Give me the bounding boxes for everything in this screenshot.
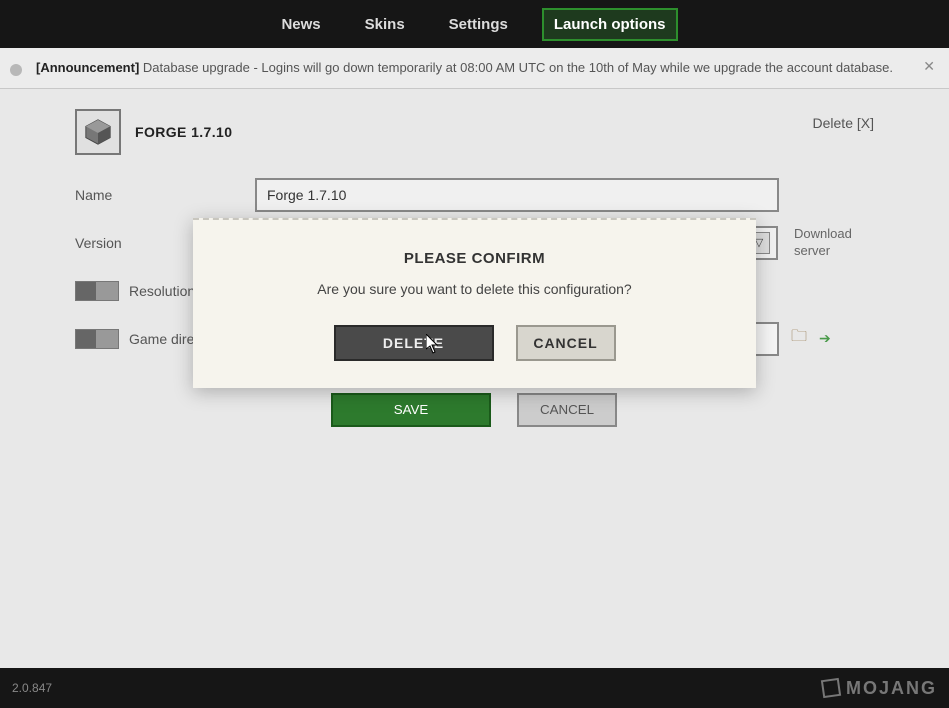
version-text: 2.0.847: [12, 681, 52, 695]
block-icon: [83, 117, 113, 147]
delete-link[interactable]: Delete [X]: [813, 115, 874, 131]
action-row: SAVE CANCEL: [331, 393, 874, 427]
save-button[interactable]: SAVE: [331, 393, 491, 427]
profile-icon: [75, 109, 121, 155]
brand-text: MOJANG: [846, 678, 937, 699]
announcement-bar: [Announcement] Database upgrade - Logins…: [0, 48, 949, 89]
tab-skins[interactable]: Skins: [355, 8, 415, 41]
cancel-button[interactable]: CANCEL: [516, 325, 616, 361]
top-nav: News Skins Settings Launch options: [0, 0, 949, 48]
profile-title: FORGE 1.7.10: [135, 124, 232, 140]
modal-buttons: DELETE CANCEL: [334, 325, 616, 361]
tab-settings[interactable]: Settings: [439, 8, 518, 41]
brand-logo: MOJANG: [822, 678, 937, 699]
gamedir-toggle[interactable]: [75, 329, 119, 349]
folder-icon[interactable]: 🗀: [791, 325, 807, 352]
cancel-button-main[interactable]: CANCEL: [517, 393, 617, 427]
resolution-label: Resolution: [129, 283, 195, 299]
modal-text: Are you sure you want to delete this con…: [317, 281, 631, 297]
row-name: Name: [75, 177, 874, 213]
resolution-toggle[interactable]: [75, 281, 119, 301]
tab-launch-options[interactable]: Launch options: [542, 8, 678, 41]
download-server-link[interactable]: Download server: [794, 226, 874, 260]
announcement-icon: [10, 64, 22, 76]
name-input[interactable]: [255, 178, 779, 212]
announcement-label: [Announcement]: [36, 60, 139, 75]
arrow-right-icon[interactable]: ➔: [819, 330, 831, 347]
profile-header: FORGE 1.7.10: [75, 109, 874, 155]
delete-button[interactable]: DELETE: [334, 325, 494, 361]
gamedir-label: Game direc: [129, 331, 201, 347]
name-label: Name: [75, 187, 255, 203]
announcement-text: Database upgrade - Logins will go down t…: [143, 60, 893, 75]
close-icon[interactable]: ✕: [923, 56, 935, 77]
modal-title: PLEASE CONFIRM: [404, 250, 545, 267]
footer: 2.0.847 MOJANG: [0, 668, 949, 708]
tab-news[interactable]: News: [271, 8, 330, 41]
confirm-modal: PLEASE CONFIRM Are you sure you want to …: [193, 218, 756, 388]
brand-icon: [821, 678, 841, 698]
